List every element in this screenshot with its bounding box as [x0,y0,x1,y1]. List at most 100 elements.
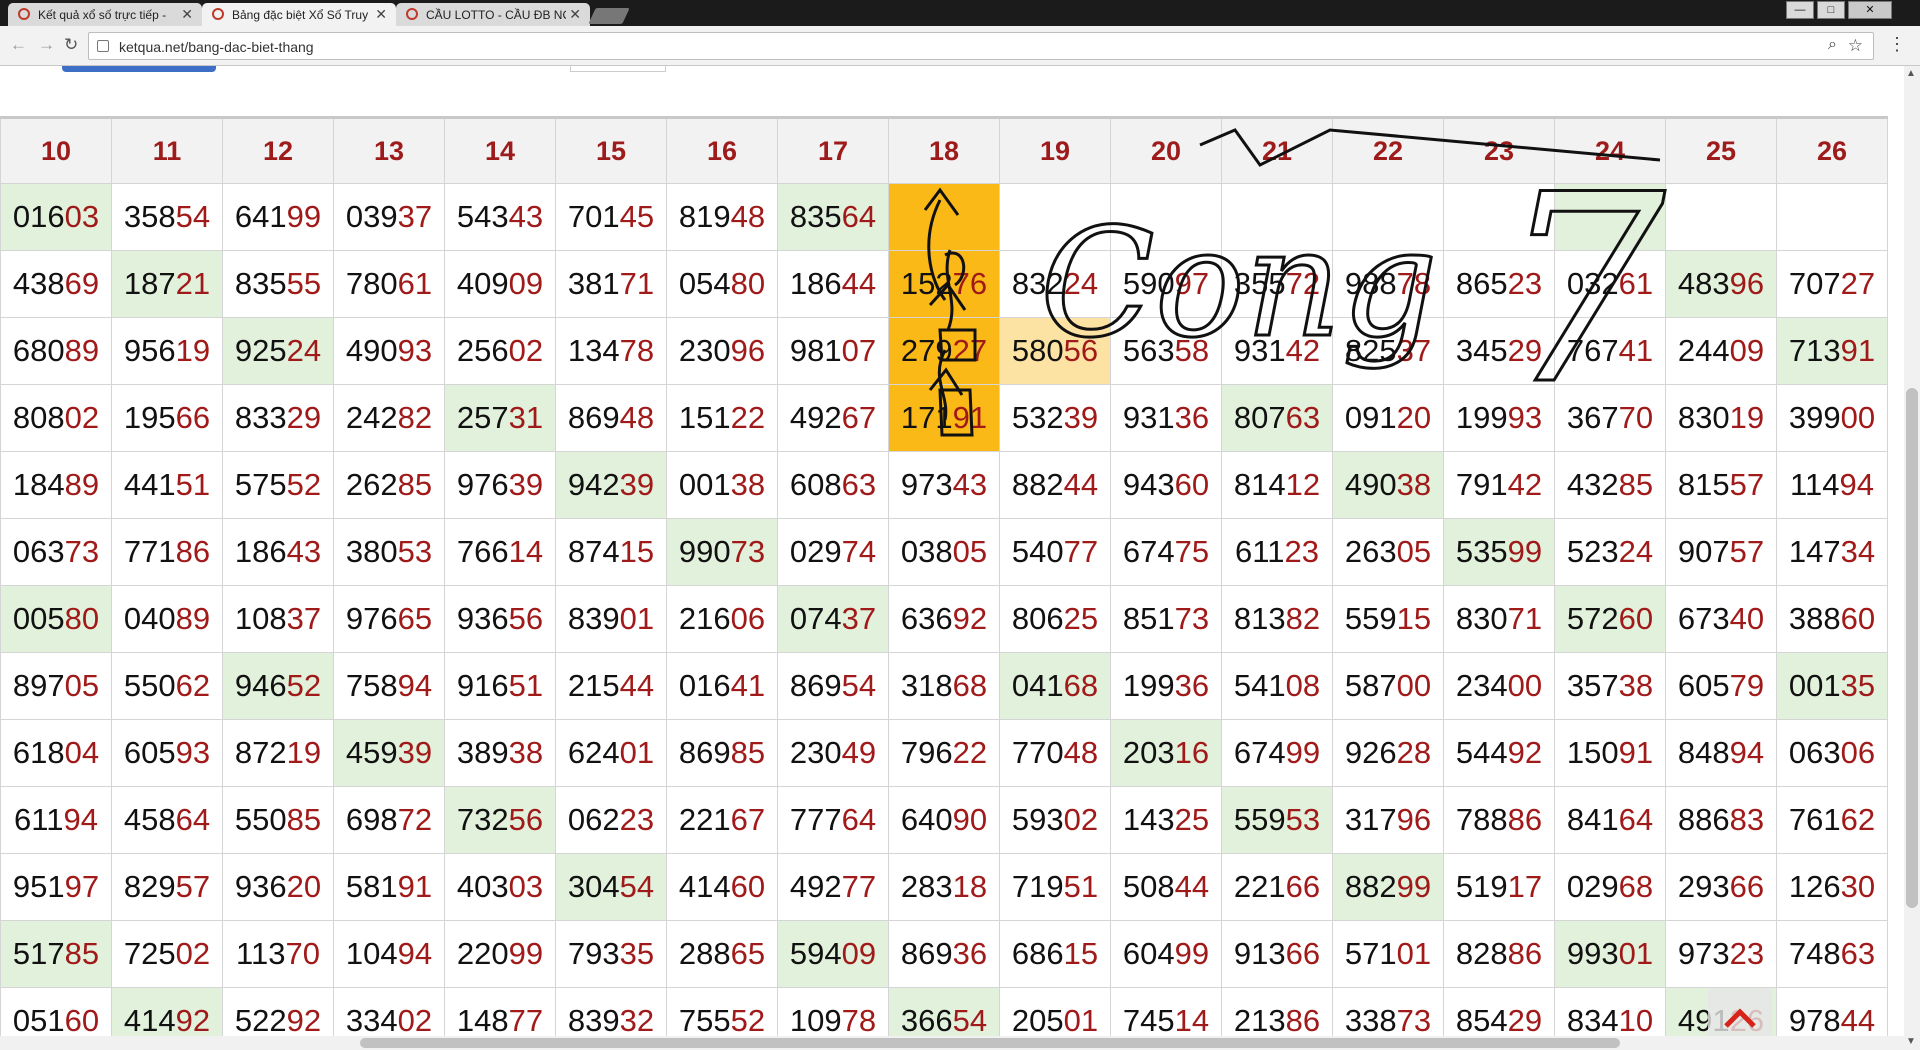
prize-cell: 45864 [111,786,223,854]
tab-cau-lotto[interactable]: CẦU LOTTO - CẦU ĐB NO ✕ [396,3,590,26]
back-to-top-button[interactable] [1708,988,1772,1036]
prize-cell: 86523 [1443,250,1555,318]
prize-cell: 86948 [555,384,667,452]
forward-arrow-icon[interactable]: → [38,35,55,55]
prize-number-head: 279 [900,333,953,368]
prize-cell: 45939 [333,719,445,787]
prize-number-head: 366 [900,1003,953,1036]
prize-number-tail: 44 [1174,869,1210,904]
prize-number-head: 150 [1566,735,1619,770]
column-header-day: 17 [777,116,889,184]
prize-number-tail: 21 [175,266,211,301]
prize-number-head: 544 [1455,735,1508,770]
close-tab-icon[interactable]: ✕ [181,6,193,23]
scroll-down-icon[interactable]: ▼ [1906,1036,1916,1047]
prize-cell: 81557 [1665,451,1777,519]
prize-cell: 57101 [1332,920,1444,988]
prize-cell: 63692 [888,585,1000,653]
prize-cell: 10837 [222,585,334,653]
prize-cell: 03805 [888,518,1000,586]
zoom-icon[interactable]: ⌕ [1828,36,1837,54]
prize-number-head: 213 [1233,1003,1286,1036]
prize-number-head: 865 [1455,266,1508,301]
prize-cell: 43869 [0,250,112,318]
prize-number-tail: 27 [952,333,988,368]
close-tab-icon[interactable]: ✕ [569,6,581,23]
prize-number-head: 541 [1233,668,1286,703]
scroll-up-icon[interactable]: ▲ [1906,68,1916,79]
prize-number-tail: 99 [1285,735,1321,770]
prize-number-head: 215 [567,668,620,703]
prize-cell: 64199 [222,183,334,251]
page-info-icon[interactable] [97,40,109,52]
new-tab-button[interactable] [588,8,630,24]
prize-cell [1110,183,1222,251]
minimize-window-icon[interactable]: — [1786,1,1814,19]
prize-number-head: 357 [1566,668,1619,703]
column-header-day: 19 [999,116,1111,184]
vertical-scrollbar-thumb[interactable] [1906,388,1918,908]
prize-cell: 83901 [555,585,667,653]
reload-icon[interactable]: ↻ [64,35,78,55]
prize-cell: 24282 [333,384,445,452]
prize-number-head: 263 [1344,534,1397,569]
prize-cell: 58056 [999,317,1111,385]
prize-number-tail: 94 [397,936,433,971]
prize-cell: 15276 [888,250,1000,318]
prize-cell: 38171 [555,250,667,318]
prize-cell: 83410 [1554,987,1666,1036]
prize-number-head: 293 [1677,869,1730,904]
prize-cell: 61194 [0,786,112,854]
prize-cell: 67340 [1665,585,1777,653]
prize-cell: 60593 [111,719,223,787]
prize-number-head: 399 [1788,400,1841,435]
prize-cell: 87219 [222,719,334,787]
bookmark-star-icon[interactable]: ☆ [1848,36,1863,56]
browser-menu-icon[interactable]: ⋮ [1888,34,1906,55]
prize-cell: 90757 [1665,518,1777,586]
prize-number-tail: 72 [1285,266,1321,301]
table-row: 05160 41492 52292 33402 14877 83932 75552 10978… [0,987,1888,1036]
close-window-icon[interactable]: ✕ [1848,1,1892,19]
prize-number-head: 931 [1233,333,1286,368]
prize-cell: 93136 [1110,384,1222,452]
column-header-day: 23 [1443,116,1555,184]
prize-number-head: 572 [1566,601,1619,636]
horizontal-scrollbar-thumb[interactable] [360,1038,1620,1048]
address-bar[interactable]: ketqua.net/bang-dac-biet-thang ⌕ ☆ [88,32,1874,60]
prize-number-tail: 86 [1507,802,1543,837]
header-select[interactable] [570,66,666,72]
tab-ket-qua[interactable]: Kết quả xổ số trực tiếp - ✕ [8,3,202,26]
prize-cell: 25731 [444,384,556,452]
prize-number-head: 304 [567,869,620,904]
prize-number-tail: 54 [841,668,877,703]
column-header-day: 11 [111,116,223,184]
prize-number-tail: 78 [619,333,655,368]
table-row: 18489 44151 57552 26285 97639 94239 00138 60863… [0,451,1888,519]
prize-cell: 79335 [555,920,667,988]
prize-number-tail: 54 [619,869,655,904]
prize-cell: 19566 [111,384,223,452]
prize-number-tail: 40 [1729,601,1765,636]
prize-cell: 36770 [1554,384,1666,452]
prize-cell: 02968 [1554,853,1666,921]
prize-cell: 93142 [1221,317,1333,385]
prize-number-head: 618 [12,735,65,770]
prize-cell [1776,183,1888,251]
prize-number-head: 745 [1122,1003,1175,1036]
back-arrow-icon[interactable]: ← [10,35,27,55]
prize-number-head: 848 [1677,735,1730,770]
prize-number-tail: 54 [952,1003,988,1036]
maximize-window-icon[interactable]: □ [1817,1,1845,19]
prize-cell: 03937 [333,183,445,251]
prize-number-head: 851 [1122,601,1175,636]
close-tab-icon[interactable]: ✕ [375,6,387,23]
prize-number-tail: 63 [1840,936,1876,971]
prize-number-head: 205 [1011,1003,1064,1036]
prize-number-head: 815 [1677,467,1730,502]
url-text[interactable]: ketqua.net/bang-dac-biet-thang [119,39,314,55]
tab-bang-dac-biet[interactable]: Bảng đặc biệt Xổ Số Truy ✕ [202,3,396,26]
header-button[interactable] [62,66,216,72]
prize-number-head: 825 [1344,333,1397,368]
prize-cell: 94360 [1110,451,1222,519]
